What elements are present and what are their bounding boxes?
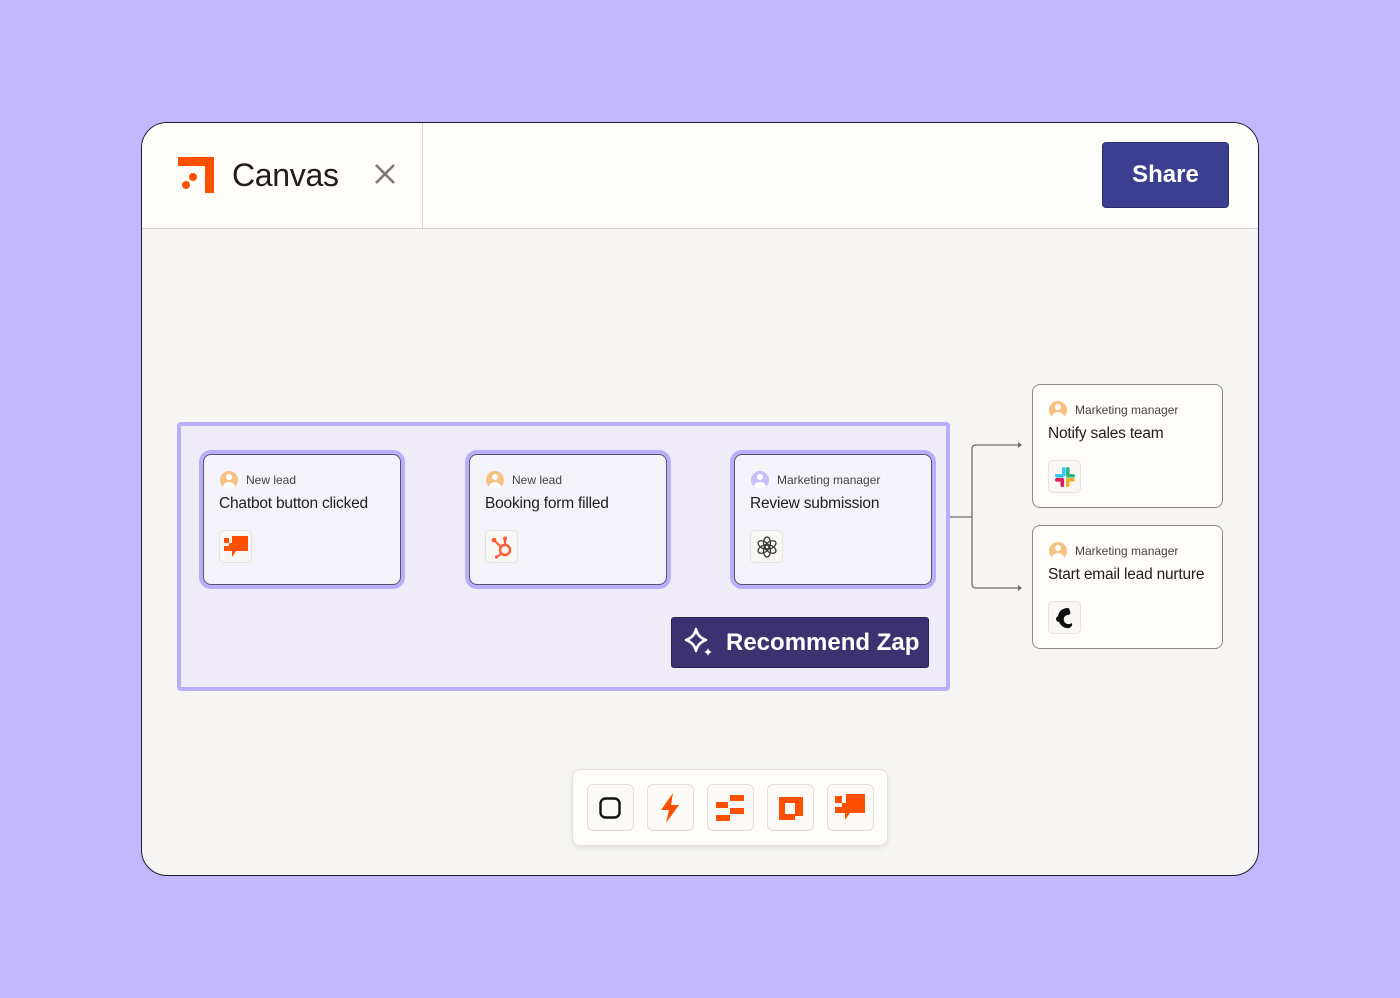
user-avatar-icon (751, 471, 769, 489)
role-label: Marketing manager (1075, 544, 1179, 558)
app-icon-tile (750, 530, 783, 563)
connector-branch-top (971, 444, 1018, 450)
recommend-zap-label: Recommend Zap (726, 628, 920, 656)
title-section: Canvas (142, 123, 423, 228)
node-review-submission[interactable]: Marketing manager Review submission (734, 454, 932, 585)
role-label: New lead (512, 473, 563, 487)
rounded-square-icon (599, 796, 621, 819)
user-avatar-icon (1049, 542, 1067, 560)
tables-icon (716, 794, 744, 821)
chatbot-icon (835, 793, 865, 820)
node-chatbot-button-clicked[interactable]: New lead Chatbot button clicked (203, 454, 401, 585)
close-icon[interactable] (372, 161, 398, 187)
canvas-window: Canvas Share New lead Chatbot button cli (141, 122, 1259, 876)
node-role: Marketing manager (1049, 542, 1178, 560)
chatbot-icon (223, 535, 248, 557)
node-title: Start email lead nurture (1048, 566, 1205, 583)
user-avatar-icon (486, 471, 504, 489)
role-label: Marketing manager (777, 473, 881, 487)
sparkle-icon (684, 627, 712, 656)
app-icon-tile (485, 530, 518, 563)
app-title: Canvas (232, 157, 339, 193)
mailchimp-icon (1055, 607, 1072, 628)
hubspot-icon (491, 536, 511, 559)
arrow-head (1018, 442, 1022, 448)
node-role: Marketing manager (751, 471, 880, 489)
user-avatar-icon (220, 471, 238, 489)
app-icon-tile (1048, 601, 1081, 634)
canvas-logo-icon (178, 157, 214, 193)
node-title: Notify sales team (1048, 425, 1164, 442)
node-title: Chatbot button clicked (219, 495, 368, 512)
zap-tool-button[interactable] (646, 784, 694, 831)
openai-icon (756, 535, 777, 558)
interfaces-tool-button[interactable] (766, 784, 814, 831)
node-role: New lead (220, 471, 296, 489)
tables-tool-button[interactable] (706, 784, 754, 831)
header: Canvas Share (142, 123, 1258, 229)
node-role: Marketing manager (1049, 401, 1178, 419)
node-start-email-lead-nurture[interactable]: Marketing manager Start email lead nurtu… (1032, 525, 1223, 649)
slack-icon (1054, 466, 1075, 487)
canvas-area[interactable]: New lead Chatbot button clicked New lead (142, 229, 1258, 875)
interfaces-icon (779, 796, 803, 820)
node-booking-form-filled[interactable]: New lead Booking form filled (469, 454, 667, 585)
app-icon-tile (219, 530, 252, 563)
zap-group[interactable]: New lead Chatbot button clicked New lead (177, 422, 950, 691)
node-title: Booking form filled (485, 495, 609, 512)
node-title: Review submission (750, 495, 880, 512)
shape-tool-button[interactable] (586, 784, 634, 831)
app-icon-tile (1048, 460, 1081, 493)
bottom-toolbar (572, 769, 888, 846)
user-avatar-icon (1049, 401, 1067, 419)
role-label: Marketing manager (1075, 403, 1179, 417)
node-role: New lead (486, 471, 562, 489)
chatbot-tool-button[interactable] (826, 784, 874, 831)
node-notify-sales-team[interactable]: Marketing manager Notify sales team (1032, 384, 1223, 508)
lightning-icon (661, 792, 679, 823)
connector-branch-bottom (971, 449, 1018, 589)
recommend-zap-button[interactable]: Recommend Zap (671, 617, 929, 668)
role-label: New lead (246, 473, 297, 487)
arrow-head (1018, 585, 1022, 591)
share-button[interactable]: Share (1102, 142, 1229, 208)
